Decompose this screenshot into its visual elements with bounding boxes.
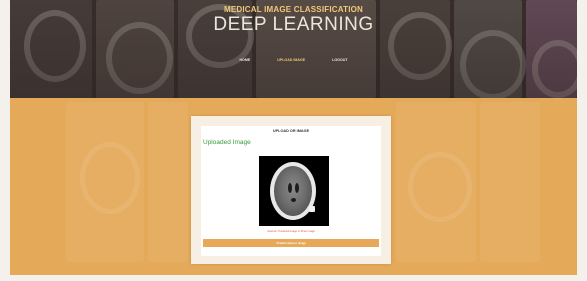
background-scan-tile	[480, 102, 540, 262]
upload-card-body: UPLOAD OR IMAGE Uploaded Image Scanner: …	[201, 126, 381, 256]
background-scan-tile	[148, 102, 188, 262]
background-scan-tile	[66, 102, 144, 262]
nav-item-logout[interactable]: LOGOUT	[332, 58, 347, 62]
upload-card: UPLOAD OR IMAGE Uploaded Image Scanner: …	[191, 116, 391, 264]
site-kicker: MEDICAL IMAGE CLASSIFICATION	[223, 5, 364, 14]
card-title: UPLOAD OR IMAGE	[272, 129, 310, 133]
uploaded-ct-image	[259, 156, 329, 226]
site-title: DEEP LEARNING	[213, 14, 374, 35]
prediction-caption: Scanner: Predicted image or fill an imag…	[267, 230, 315, 233]
page: MEDICAL IMAGE CLASSIFICATION DEEP LEARNI…	[10, 0, 577, 275]
predict-button[interactable]: Predict (tumor drug)	[203, 239, 379, 247]
uploaded-image-heading: Uploaded Image	[203, 139, 251, 146]
nav-item-upload-image[interactable]: UPLOAD IMAGE	[277, 58, 305, 62]
nav-item-home[interactable]: HOME	[239, 58, 250, 62]
main-nav: HOME UPLOAD IMAGE LOGOUT	[10, 58, 577, 62]
hero-banner: MEDICAL IMAGE CLASSIFICATION DEEP LEARNI…	[10, 0, 577, 98]
background-scan-tile	[396, 102, 476, 262]
